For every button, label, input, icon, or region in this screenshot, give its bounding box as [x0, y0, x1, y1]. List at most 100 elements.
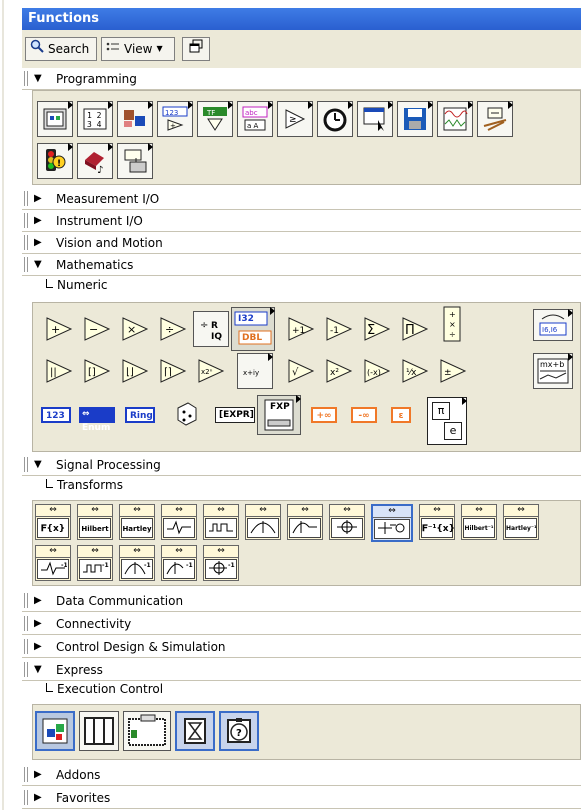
ring-constant[interactable]: Ring	[125, 407, 155, 423]
category-data-communication[interactable]: ▶ Data Communication	[22, 590, 581, 612]
expression-node[interactable]: [EXPR]	[215, 407, 255, 423]
numeric-palette-icon[interactable]: 123 +	[157, 101, 193, 137]
epsilon-constant[interactable]: ε	[391, 407, 411, 423]
z-transform-icon[interactable]: ⇔	[329, 504, 365, 540]
complex-icon[interactable]: x+iy	[237, 353, 273, 389]
neg-infinity-constant[interactable]: -∞	[351, 407, 377, 423]
subcategory-numeric[interactable]: Numeric	[46, 278, 108, 292]
round-to-nearest-icon[interactable]: []	[79, 353, 115, 389]
timed-loop-icon[interactable]	[123, 711, 171, 751]
fft-icon[interactable]: ⇔ 𝐅{x}	[35, 504, 71, 540]
category-grip	[24, 593, 28, 608]
category-programming[interactable]: ▼ Programming	[22, 68, 581, 90]
restore-palette-button[interactable]	[182, 37, 210, 61]
square-icon[interactable]: x²	[321, 353, 357, 389]
category-label: Measurement I/O	[56, 192, 160, 206]
pos-infinity-constant[interactable]: +∞	[311, 407, 337, 423]
numeric-constant[interactable]: 123	[41, 407, 71, 423]
fixed-point-icon[interactable]: FXP	[257, 395, 301, 435]
inverse-chirp-z-icon[interactable]: ⇔ -1	[119, 545, 155, 581]
category-control-design[interactable]: ▶ Control Design & Simulation	[22, 636, 581, 658]
increment-icon[interactable]: +1	[283, 311, 319, 347]
add-array-elements-icon[interactable]: Σ	[359, 311, 395, 347]
timing-icon[interactable]	[317, 101, 353, 137]
flat-sequence-icon[interactable]	[79, 711, 119, 751]
elapsed-time-icon[interactable]: ?	[219, 711, 259, 751]
boolean-icon[interactable]: TF	[197, 101, 233, 137]
svg-text:R: R	[211, 321, 218, 331]
file-io-icon[interactable]	[397, 101, 433, 137]
application-control-icon[interactable]	[477, 101, 513, 137]
s-to-z-icon[interactable]: ⇔	[371, 504, 413, 542]
svg-text:x²: x²	[330, 368, 339, 378]
synchronization-icon[interactable]: !	[37, 143, 73, 179]
math-constants-icon[interactable]: π e	[427, 397, 467, 445]
conversion-icon[interactable]: I32 DBL	[231, 307, 275, 351]
square-root-icon[interactable]: √	[283, 353, 319, 389]
search-button[interactable]: Search	[25, 37, 97, 61]
time-delay-icon[interactable]	[175, 711, 215, 751]
category-connectivity[interactable]: ▶ Connectivity	[22, 613, 581, 635]
array-icon[interactable]: 1 23 4	[77, 101, 113, 137]
hartley-icon[interactable]: ⇔ Hartley	[119, 504, 155, 540]
svg-text:√: √	[292, 367, 299, 378]
scaling-icon[interactable]: mx+b	[533, 353, 573, 389]
divide-icon[interactable]: ÷	[155, 311, 191, 347]
multiply-icon[interactable]: ×	[117, 311, 153, 347]
waveform-icon[interactable]	[437, 101, 473, 137]
inverse-fft-icon[interactable]: ⇔ 𝐅⁻¹{x}	[419, 504, 455, 540]
compound-arithmetic-icon[interactable]: + × ÷	[435, 305, 471, 345]
structures-icon[interactable]	[37, 101, 73, 137]
hilbert-icon[interactable]: ⇔ Hilbert	[77, 504, 113, 540]
multiply-array-elements-icon[interactable]: Π	[397, 311, 433, 347]
category-favorites[interactable]: ▶ Favorites	[22, 787, 581, 809]
cluster-icon[interactable]	[117, 101, 153, 137]
inverse-laplace-icon[interactable]: ⇔ -1	[161, 545, 197, 581]
view-button[interactable]: View ▼	[101, 37, 175, 61]
random-number-icon[interactable]	[171, 399, 201, 429]
enum-label: Enum	[82, 423, 111, 433]
add-icon[interactable]: +	[41, 311, 77, 347]
structures-express-icon[interactable]	[35, 711, 75, 751]
round-toward-pos-inf-icon[interactable]: ⌈⌉	[155, 353, 191, 389]
inverse-wavelet-icon[interactable]: ⇔ -1	[35, 545, 71, 581]
round-toward-neg-inf-icon[interactable]: ⌊⌋	[117, 353, 153, 389]
absolute-value-icon[interactable]: ||	[41, 353, 77, 389]
subcategory-execution-control[interactable]: Execution Control	[46, 682, 163, 696]
collapsed-triangle-icon: ▶	[34, 215, 42, 226]
data-manipulation-icon[interactable]: I6,I6	[533, 309, 573, 341]
walsh-hadamard-icon[interactable]: ⇔	[203, 504, 239, 540]
category-measurement-io[interactable]: ▶ Measurement I/O	[22, 188, 581, 210]
category-label: Programming	[56, 72, 137, 86]
dialog-ui-icon[interactable]	[357, 101, 393, 137]
string-icon[interactable]: abc a A	[237, 101, 273, 137]
chirp-z-icon[interactable]: ⇔	[245, 504, 281, 540]
category-mathematics[interactable]: ▼ Mathematics	[22, 254, 581, 276]
inverse-z-transform-icon[interactable]: ⇔ -1	[203, 545, 239, 581]
negate-icon[interactable]: (-x)	[359, 353, 395, 389]
subtract-icon[interactable]: −	[79, 311, 115, 347]
comparison-icon[interactable]: ≥	[277, 101, 313, 137]
wavelet-icon[interactable]: ⇔	[161, 504, 197, 540]
scale-by-power-of-2-icon[interactable]: x2ⁿ	[193, 353, 229, 389]
category-express[interactable]: ▼ Express	[22, 659, 581, 681]
category-vision-motion[interactable]: ▶ Vision and Motion	[22, 232, 581, 254]
category-instrument-io[interactable]: ▶ Instrument I/O	[22, 210, 581, 232]
svg-text:x2ⁿ: x2ⁿ	[201, 368, 213, 376]
sign-icon[interactable]: ±	[435, 353, 471, 389]
category-signal-processing[interactable]: ▼ Signal Processing	[22, 454, 581, 476]
category-addons[interactable]: ▶ Addons	[22, 764, 581, 786]
graphics-sound-icon[interactable]: ♪	[77, 143, 113, 179]
laplace-icon[interactable]: ⇔	[287, 504, 323, 540]
mxb-label: mx+b	[540, 360, 565, 369]
reciprocal-icon[interactable]: ⅟x	[397, 353, 433, 389]
report-generation-icon[interactable]	[117, 143, 153, 179]
inverse-hartley-icon[interactable]: ⇔ Hartley⁻¹	[503, 504, 539, 540]
svg-text:⅟x: ⅟x	[406, 368, 417, 378]
inverse-hilbert-icon[interactable]: ⇔ Hilbert⁻¹	[461, 504, 497, 540]
enum-constant[interactable]: ⇔ Enum	[79, 407, 115, 433]
decrement-icon[interactable]: -1	[321, 311, 357, 347]
inverse-walsh-hadamard-icon[interactable]: ⇔ -1	[77, 545, 113, 581]
quotient-remainder-icon[interactable]: ÷ R IQ	[193, 311, 229, 347]
subcategory-transforms[interactable]: Transforms	[46, 478, 123, 492]
